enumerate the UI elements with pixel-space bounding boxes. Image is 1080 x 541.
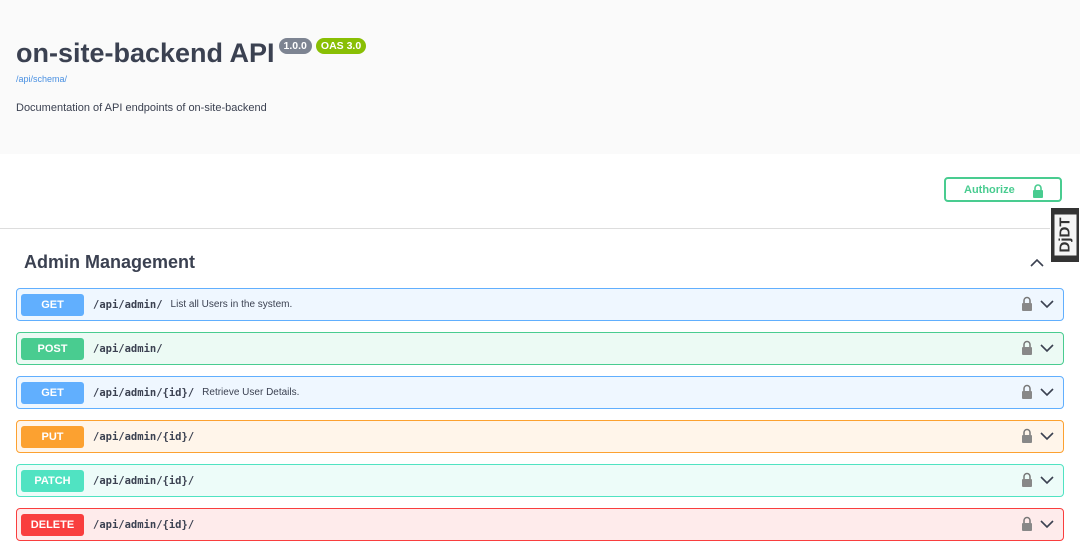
- chevron-down-icon[interactable]: [1039, 473, 1055, 491]
- scheme-container: [0, 154, 1080, 229]
- method-badge: GET: [21, 293, 84, 316]
- operation-row[interactable]: GET/api/admin/List all Users in the syst…: [16, 288, 1064, 321]
- operation-path: /api/admin/{id}/: [93, 474, 195, 487]
- chevron-down-icon[interactable]: [1039, 297, 1055, 315]
- authorize-button[interactable]: Authorize: [944, 177, 1062, 202]
- chevron-down-icon[interactable]: [1039, 341, 1055, 359]
- lock-icon[interactable]: [1021, 384, 1033, 404]
- operation-controls: [1021, 340, 1055, 360]
- method-badge: POST: [21, 337, 84, 360]
- lock-icon[interactable]: [1021, 296, 1033, 316]
- method-badge: PUT: [21, 425, 84, 448]
- lock-open-icon: [1032, 184, 1044, 201]
- operation-path: /api/admin/{id}/: [93, 430, 195, 443]
- chevron-down-icon[interactable]: [1039, 517, 1055, 535]
- operation-row[interactable]: POST/api/admin/: [16, 332, 1064, 365]
- operation-row[interactable]: PUT/api/admin/{id}/: [16, 420, 1064, 453]
- title-row: on-site-backend API 1.0.0 OAS 3.0: [16, 36, 367, 70]
- lock-icon[interactable]: [1021, 516, 1033, 536]
- lock-icon[interactable]: [1021, 472, 1033, 492]
- operation-controls: [1021, 384, 1055, 404]
- api-description: Documentation of API endpoints of on-sit…: [16, 102, 267, 114]
- debug-toolbar-label: DjDT: [1054, 214, 1076, 256]
- operation-path: /api/admin/: [93, 298, 163, 311]
- operation-controls: [1021, 296, 1055, 316]
- authorize-label: Authorize: [964, 183, 1015, 196]
- operation-path: /api/admin/: [93, 342, 163, 355]
- tag-title[interactable]: Admin Management: [24, 252, 195, 273]
- schema-link[interactable]: /api/schema/: [16, 74, 67, 84]
- operation-path: /api/admin/{id}/: [93, 386, 195, 399]
- operation-summary: List all Users in the system.: [170, 299, 293, 310]
- operation-row[interactable]: GET/api/admin/{id}/ Retrieve User Details…: [16, 376, 1064, 409]
- operation-controls: [1021, 516, 1055, 536]
- debug-toolbar-handle[interactable]: DjDT: [1050, 207, 1080, 263]
- method-badge: PATCH: [21, 469, 84, 492]
- lock-icon[interactable]: [1021, 340, 1033, 360]
- method-badge: GET: [21, 381, 84, 404]
- oas-badge: OAS 3.0: [315, 38, 367, 54]
- chevron-down-icon[interactable]: [1039, 385, 1055, 403]
- operation-controls: [1021, 472, 1055, 492]
- api-title: on-site-backend API: [16, 38, 275, 68]
- chevron-down-icon[interactable]: [1039, 429, 1055, 447]
- operation-path: /api/admin/{id}/: [93, 518, 195, 531]
- operation-controls: [1021, 428, 1055, 448]
- operation-row[interactable]: DELETE/api/admin/{id}/: [16, 508, 1064, 541]
- api-info-section: on-site-backend API 1.0.0 OAS 3.0 /api/s…: [0, 0, 1080, 154]
- lock-icon[interactable]: [1021, 428, 1033, 448]
- operation-summary: Retrieve User Details.: [202, 387, 300, 398]
- operation-row[interactable]: PATCH/api/admin/{id}/: [16, 464, 1064, 497]
- version-badge: 1.0.0: [278, 38, 312, 54]
- method-badge: DELETE: [21, 513, 84, 536]
- chevron-up-icon[interactable]: [1028, 256, 1046, 270]
